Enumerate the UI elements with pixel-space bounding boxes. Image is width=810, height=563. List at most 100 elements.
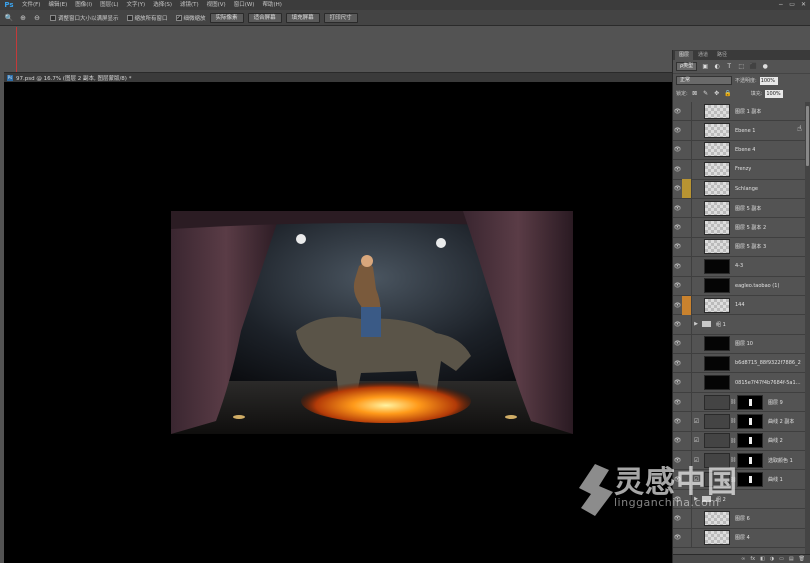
tab-channels[interactable]: 通道 [694,51,712,60]
zoom-all-windows-checkbox[interactable]: 缩放所有窗口 [126,14,168,22]
visibility-eye-icon[interactable]: 👁 [673,528,682,547]
layer-name[interactable]: b6d8715_88f9322f7886_2 [735,360,801,366]
layer-row[interactable]: 👁 图层 1 副本 [673,102,805,122]
scrubby-zoom-checkbox[interactable]: 细微缩放 [175,14,206,22]
visibility-eye-icon[interactable]: 👁 [673,218,682,237]
layer-row[interactable]: 👁 4-3 [673,256,805,277]
layer-name[interactable]: 图层 4 [735,534,750,541]
layer-thumbnail[interactable] [704,530,730,546]
menu-item[interactable]: 图层(L) [96,0,122,10]
new-group-icon[interactable]: ▭ [779,556,784,562]
visibility-eye-icon[interactable]: 👁 [673,296,682,315]
print-size-button[interactable]: 打印尺寸 [323,12,358,23]
visibility-eye-icon[interactable]: 👁 [673,373,682,392]
mask-link-icon[interactable]: ⛓ [730,438,736,444]
layer-row[interactable]: 👁 Frenzy [673,159,805,180]
layer-name[interactable]: 图层 5 副本 [735,205,761,212]
layer-name[interactable]: 图层 5 副本 3 [735,243,766,250]
visibility-eye-icon[interactable]: 👁 [673,431,682,450]
visibility-eye-icon[interactable]: 👁 [673,140,682,159]
fit-screen-button[interactable]: 适合屏幕 [247,12,282,23]
layer-thumbnail[interactable] [704,239,730,255]
document-tab[interactable]: Ps 97.psd @ 16.7% (图层 2 副本, 图层蒙版/8) * [4,72,672,82]
menu-item[interactable]: 帮助(H) [258,0,285,10]
visibility-eye-icon[interactable]: 👁 [673,237,682,256]
expand-arrow-icon[interactable]: ▶ [692,321,700,327]
visibility-eye-icon[interactable]: 👁 [673,160,682,179]
menu-item[interactable]: 视图(V) [203,0,230,10]
resize-windows-checkbox[interactable]: 调整窗口大小以满屏显示 [50,14,119,22]
layer-name[interactable]: 组 1 [716,321,726,328]
layer-mask-thumbnail[interactable] [737,394,763,410]
layer-thumbnail[interactable] [704,297,730,313]
layer-row[interactable]: 👁 ☑ ⛓ 曲线 2 [673,431,805,452]
layer-thumbnail[interactable] [704,123,730,139]
link-layers-icon[interactable]: ∞ [741,556,745,562]
visibility-eye-icon[interactable]: 👁 [673,354,682,373]
visibility-eye-icon[interactable]: 👁 [673,102,682,121]
layer-name[interactable]: 图层 10 [735,340,753,347]
tab-layers[interactable]: 图层 [675,51,694,60]
new-layer-icon[interactable]: ▤ [789,556,794,562]
minimize-icon[interactable]: − [778,0,783,10]
menu-item[interactable]: 文字(Y) [123,0,150,10]
opacity-input[interactable]: 100% [759,76,778,85]
filter-toggle-icon[interactable]: ● [761,63,769,70]
checkbox-box[interactable] [175,14,182,21]
visibility-eye-icon[interactable]: 👁 [673,257,682,276]
layer-row[interactable]: 👁 Schlange [673,179,805,199]
menu-item[interactable]: 文件(F) [18,0,44,10]
layer-name[interactable]: 图层 5 副本 2 [735,224,766,231]
zoom-tool-icon[interactable]: 🔍 [4,13,14,23]
layer-name[interactable]: 图层 1 副本 [735,108,761,115]
visibility-eye-icon[interactable]: 👁 [673,393,682,412]
layer-row[interactable]: 👁 144 [673,295,805,316]
delete-layer-icon[interactable]: 🗑 [799,556,805,562]
menu-item[interactable]: 图像(I) [71,0,96,10]
layer-name[interactable]: Schlange [735,186,758,192]
layer-name[interactable]: 144 [735,302,745,308]
lock-image-icon[interactable]: ✎ [702,90,710,97]
layer-row[interactable]: 👁 0815e7f47f4b7684f-5a1b15e... [673,373,805,393]
layer-thumbnail[interactable] [704,336,730,352]
adjustment-filter-icon[interactable]: ◐ [713,63,721,70]
layer-row[interactable]: 👁 图层 5 副本 2 [673,218,805,238]
mask-link-icon[interactable]: ⛓ [730,418,736,424]
type-filter-icon[interactable]: T [725,63,733,70]
scrollbar-thumb[interactable] [806,106,809,166]
layer-row[interactable]: 👁 图层 10 [673,334,805,355]
close-icon[interactable]: ✕ [801,0,806,10]
layer-thumbnail[interactable] [704,375,730,391]
layer-thumbnail[interactable] [704,200,730,216]
layer-thumbnail[interactable] [704,258,730,274]
layer-thumbnail[interactable] [704,433,730,449]
layer-name[interactable]: Ebene 4 [735,147,755,153]
layer-style-icon[interactable]: fx [750,556,755,562]
layer-row[interactable]: 👁 图层 4 [673,528,805,548]
maximize-icon[interactable]: ▭ [789,0,795,10]
layer-group-row[interactable]: 👁 ▶ 组 1 [673,315,805,335]
menu-item[interactable]: 选择(S) [149,0,176,10]
artwork-image[interactable] [171,211,573,434]
layer-name[interactable]: 图层 9 [768,399,783,406]
blend-mode-select[interactable]: 正常 [676,76,732,85]
visibility-eye-icon[interactable]: 👁 [673,315,682,334]
layer-name[interactable]: eagleo.taobao (1) [735,283,779,289]
layer-row[interactable]: 👁 ☑ ⛓ 曲线 2 副本 [673,411,805,432]
kind-filter-select[interactable]: ρ类型 [676,62,698,71]
visibility-eye-icon[interactable]: 👁 [673,412,682,431]
pixel-filter-icon[interactable]: ▣ [701,63,709,70]
layer-thumbnail[interactable] [704,142,730,158]
adjustment-layer-icon[interactable]: ◑ [770,556,774,562]
layer-mask-thumbnail[interactable] [737,413,763,429]
checkbox-box[interactable] [50,14,56,21]
menu-item[interactable]: 窗口(W) [230,0,259,10]
layer-thumbnail[interactable] [704,181,730,197]
visibility-eye-icon[interactable]: 👁 [673,179,682,198]
photoshop-logo[interactable]: Ps [0,0,18,10]
layer-name[interactable]: 曲线 2 副本 [768,418,794,425]
layer-row[interactable]: 👁 Ebene 4 [673,140,805,161]
layer-name[interactable]: 曲线 2 [768,437,783,444]
add-mask-icon[interactable]: ◧ [760,556,765,562]
layers-scrollbar[interactable] [805,102,810,554]
